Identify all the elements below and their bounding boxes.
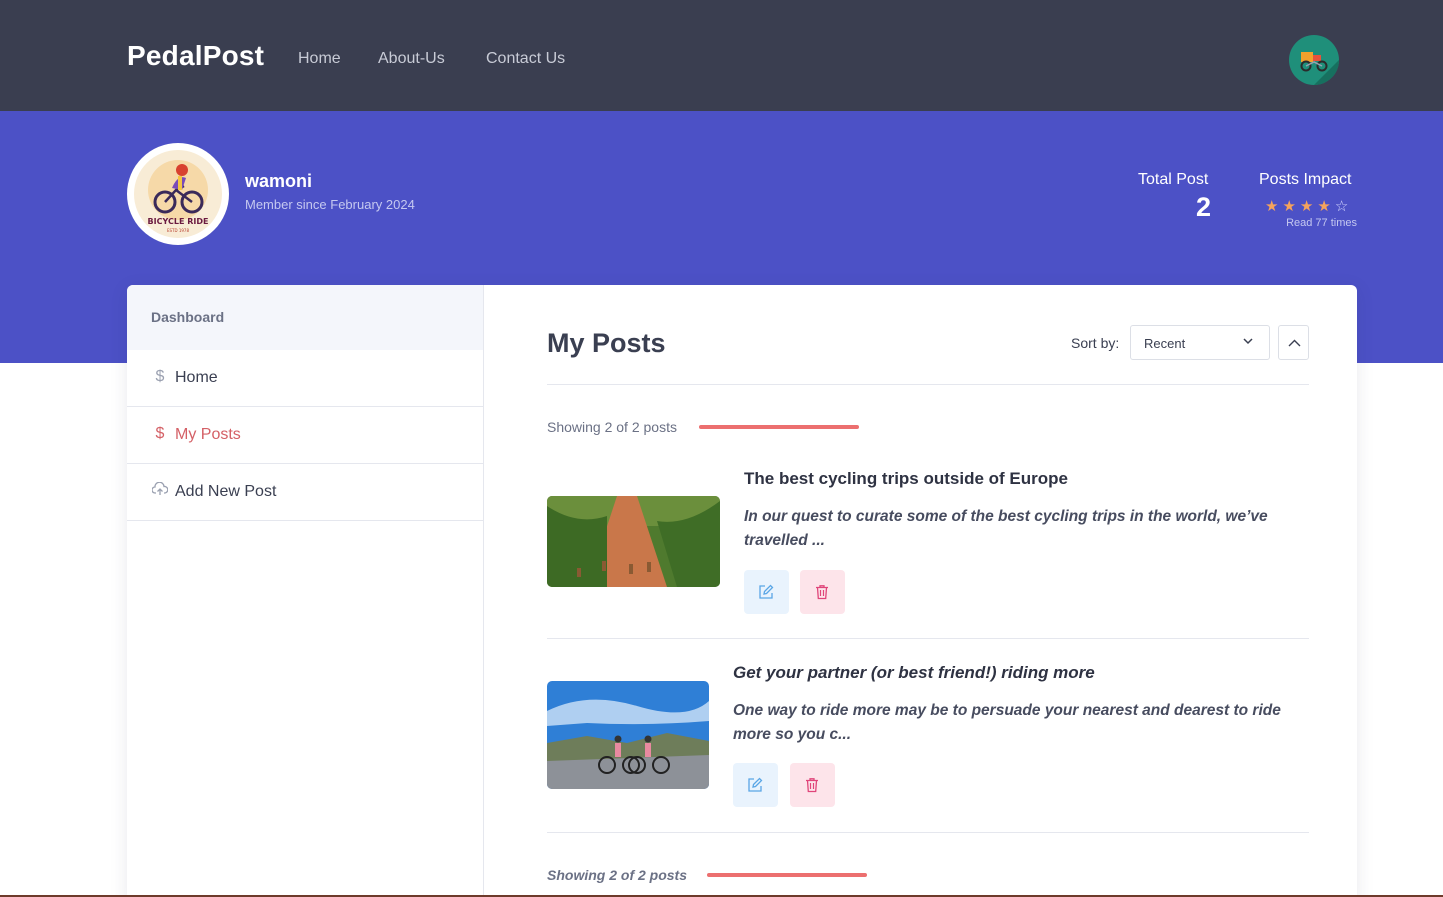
profile-avatar: BICYCLE RIDE ESTD 1978 [127,143,229,245]
nav-contact-us[interactable]: Contact Us [486,50,565,68]
dashboard-sidebar: Dashboard $ Home $ My Posts Add New Post [127,285,484,897]
divider [547,384,1309,385]
trash-icon [806,778,818,793]
sort-select[interactable]: Recent [1130,325,1270,360]
cyclist-logo-icon: BICYCLE RIDE ESTD 1978 [148,160,209,233]
nav-about-us[interactable]: About-Us [378,50,445,68]
chevron-down-icon [1243,338,1253,345]
dashboard-card: Dashboard $ Home $ My Posts Add New Post… [127,285,1357,897]
star-icon: ☆ [1334,198,1353,215]
total-post-label: Total Post [1138,171,1209,188]
rating-stars: ★★★★☆ [1265,197,1352,215]
star-icon: ★ [1282,198,1300,215]
chevron-up-icon [1288,339,1301,347]
dollar-icon: $ [155,368,165,385]
divider [547,638,1309,639]
post-thumbnail[interactable] [547,681,709,789]
sort-order-button[interactable] [1278,325,1309,360]
divider [547,832,1309,833]
edit-icon [759,584,774,599]
post-title[interactable]: The best cycling trips outside of Europe [744,469,1068,489]
showing-count: Showing 2 of 2 posts [547,419,677,435]
dollar-icon: $ [155,425,165,442]
sidebar-title: Dashboard [151,309,225,325]
post-excerpt: In our quest to curate some of the best … [744,508,1268,549]
sidebar-header: Dashboard [127,285,483,350]
top-navbar: PedalPost Home About-Us Contact Us [0,0,1443,111]
page-title: My Posts [547,328,666,358]
delete-post-button[interactable] [800,570,845,614]
sidebar-item-label: Home [175,369,218,386]
total-post-value: 2 [1195,192,1211,222]
nav-home[interactable]: Home [298,50,341,68]
cloud-upload-icon [151,481,169,501]
star-icon: ★ [1299,198,1318,215]
star-icon: ★ [1317,198,1335,215]
accent-bar [707,873,867,877]
read-times: Read 77 times [1286,217,1357,229]
edit-icon [748,777,763,792]
profile-username: wamoni [245,171,313,191]
sidebar-item-label: My Posts [175,426,241,443]
sidebar-item-add-new-post[interactable]: Add New Post [127,464,483,521]
accent-bar [699,425,859,429]
sort-label: Sort by: [1071,335,1120,351]
sidebar-item-label: Add New Post [175,483,277,500]
post-title[interactable]: Get your partner (or best friend!) ridin… [733,663,1095,683]
cargo-bike-icon [1300,52,1339,85]
sidebar-item-home[interactable]: $ Home [127,350,483,407]
svg-text:BICYCLE RIDE: BICYCLE RIDE [148,217,209,226]
main-content: My Posts Sort by: Recent Showing 2 of 2 … [484,285,1357,897]
user-avatar[interactable] [1289,35,1339,85]
edit-post-button[interactable] [744,570,789,614]
post-thumbnail[interactable] [547,496,720,587]
trash-icon [816,585,828,600]
sort-value: Recent [1144,336,1186,351]
edit-post-button[interactable] [733,763,778,807]
sidebar-item-my-posts[interactable]: $ My Posts [127,407,483,464]
brand-logo[interactable]: PedalPost [127,40,264,72]
star-icon: ★ [1265,198,1283,215]
delete-post-button[interactable] [790,763,835,807]
member-since: Member since February 2024 [245,197,415,212]
svg-text:ESTD 1978: ESTD 1978 [167,228,189,233]
post-excerpt: One way to ride more may be to persuade … [733,702,1281,743]
posts-impact-label: Posts Impact [1259,171,1352,188]
showing-count-bottom: Showing 2 of 2 posts [547,867,688,883]
